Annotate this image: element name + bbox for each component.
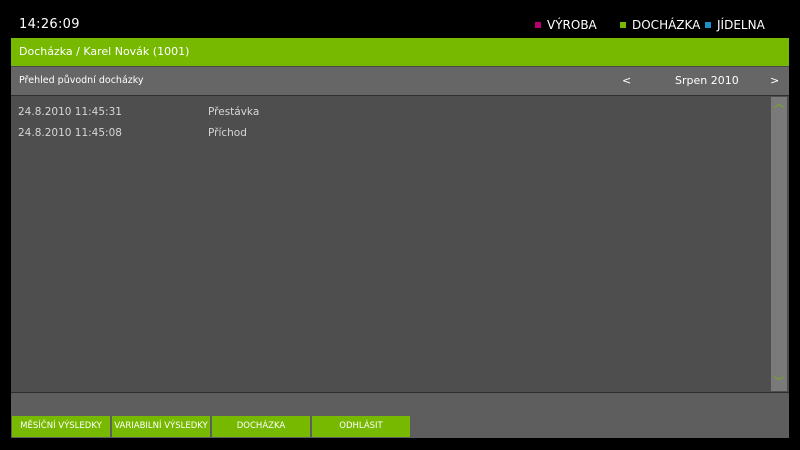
record-event: Příchod: [208, 127, 247, 139]
section-title: Přehled původní docházky: [19, 75, 144, 86]
top-bar: 14:26:09 VÝROBA DOCHÁZKA JÍDELNA: [0, 0, 800, 38]
module-vyroba-square-icon: [535, 22, 541, 28]
prev-month-button[interactable]: <: [622, 67, 631, 95]
tab-mesicni-vysledky[interactable]: MĚSÍČNÍ VÝSLEDKY: [12, 416, 110, 437]
module-dochazka-label: DOCHÁZKA: [632, 18, 701, 32]
module-jidelna-label: JÍDELNA: [717, 18, 765, 32]
next-month-button[interactable]: >: [770, 67, 779, 95]
module-vyroba-label: VÝROBA: [547, 18, 597, 32]
clock: 14:26:09: [19, 17, 80, 32]
scroll-down-icon[interactable]: ﹀: [771, 375, 787, 391]
record-datetime: 24.8.2010 11:45:08: [18, 127, 122, 139]
list-item[interactable]: 24.8.2010 11:45:31 Přestávka: [11, 106, 761, 126]
list-item[interactable]: 24.8.2010 11:45:08 Příchod: [11, 127, 761, 147]
module-dochazka[interactable]: DOCHÁZKA: [620, 18, 700, 32]
sub-header: Přehled původní docházky < Srpen 2010 >: [11, 67, 789, 95]
window-title: Docházka / Karel Novák (1001): [11, 38, 789, 66]
module-jidelna[interactable]: JÍDELNA: [705, 18, 765, 32]
module-dochazka-square-icon: [620, 22, 626, 28]
bottom-tabs: MĚSÍČNÍ VÝSLEDKY VARIABILNÍ VÝSLEDKY DOC…: [12, 416, 412, 437]
vertical-scrollbar[interactable]: ︿ ﹀: [771, 97, 787, 391]
main-window: Docházka / Karel Novák (1001) Přehled pů…: [11, 38, 789, 438]
current-month: Srpen 2010: [675, 74, 739, 87]
tab-dochazka[interactable]: DOCHÁZKA: [212, 416, 310, 437]
module-jidelna-square-icon: [705, 22, 711, 28]
record-event: Přestávka: [208, 106, 260, 118]
logout-button[interactable]: ODHLÁSIT: [312, 416, 410, 437]
record-datetime: 24.8.2010 11:45:31: [18, 106, 122, 118]
tab-variabilni-vysledky[interactable]: VARIABILNÍ VÝSLEDKY: [112, 416, 210, 437]
scroll-up-icon[interactable]: ︿: [771, 97, 787, 113]
attendance-list: 24.8.2010 11:45:31 Přestávka 24.8.2010 1…: [11, 95, 789, 393]
bottom-bar: MĚSÍČNÍ VÝSLEDKY VARIABILNÍ VÝSLEDKY DOC…: [11, 393, 789, 438]
module-vyroba[interactable]: VÝROBA: [535, 18, 597, 32]
